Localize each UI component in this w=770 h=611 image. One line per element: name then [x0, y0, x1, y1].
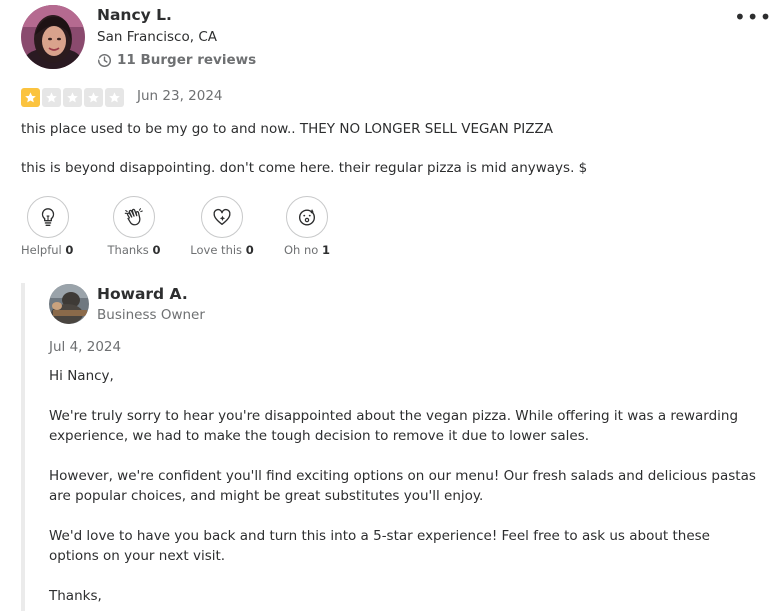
owner-name: Howard A.	[97, 285, 188, 303]
star-icon	[63, 88, 82, 107]
review-count-text: 11 Burger reviews	[117, 52, 257, 68]
owner-role: Business Owner	[97, 307, 205, 323]
lightbulb-icon	[41, 208, 55, 226]
reaction-love-label: Love this 0	[190, 243, 253, 257]
reaction-ohno-count: 1	[321, 243, 330, 257]
star-icon	[42, 88, 61, 107]
reviewer-name[interactable]: Nancy L.	[97, 6, 172, 24]
star-rating	[21, 88, 124, 107]
star-icon	[105, 88, 124, 107]
reply-paragraph-2: However, we're confident you'll find exc…	[49, 468, 756, 504]
reaction-helpful-label: Helpful 0	[21, 243, 73, 257]
reaction-thanks-label: Thanks 0	[108, 243, 161, 257]
owner-photo	[49, 284, 89, 324]
reaction-helpful-button[interactable]: Helpful 0	[21, 196, 73, 257]
review-date: Jun 23, 2024	[137, 88, 223, 104]
reaction-thanks-button[interactable]: Thanks 0	[106, 196, 162, 257]
surprised-face-icon	[298, 208, 316, 226]
reaction-helpful-text: Helpful	[21, 243, 62, 257]
reaction-ohno-text: Oh no	[284, 243, 319, 257]
reaction-thanks-count: 0	[152, 243, 161, 257]
reply-greeting: Hi Nancy,	[49, 368, 114, 384]
reply-date: Jul 4, 2024	[49, 339, 122, 355]
waving-hand-icon	[124, 208, 143, 226]
reaction-ohno-button[interactable]: Oh no 1	[283, 196, 331, 257]
reply-paragraph-1: We're truly sorry to hear you're disappo…	[49, 408, 739, 444]
reaction-bar: Helpful 0 Thanks 0 Love this 0 Oh no 1	[21, 196, 361, 260]
star-icon	[84, 88, 103, 107]
review-text-line-2: this is beyond disappointing. don't come…	[21, 160, 588, 176]
heart-sparkle-icon	[213, 208, 231, 226]
review-count: 11 Burger reviews	[97, 52, 256, 68]
review-history-icon	[97, 53, 112, 67]
reply-divider-bar	[21, 283, 25, 611]
reaction-love-button[interactable]: Love this 0	[190, 196, 254, 257]
reaction-ohno-circle[interactable]	[286, 196, 328, 238]
reaction-love-circle[interactable]	[201, 196, 243, 238]
owner-avatar[interactable]	[49, 284, 89, 324]
reaction-love-text: Love this	[190, 243, 243, 257]
reaction-love-count: 0	[245, 243, 254, 257]
review-text-line-1: this place used to be my go to and now..…	[21, 121, 553, 137]
reaction-thanks-circle[interactable]	[113, 196, 155, 238]
reaction-thanks-text: Thanks	[107, 243, 149, 257]
reaction-ohno-label: Oh no 1	[284, 243, 330, 257]
reaction-helpful-count: 0	[65, 243, 74, 257]
reply-signoff: Thanks,	[49, 588, 102, 604]
reaction-helpful-circle[interactable]	[27, 196, 69, 238]
star-icon	[21, 88, 40, 107]
reviewer-avatar[interactable]	[21, 5, 85, 69]
reply-paragraph-3: We'd love to have you back and turn this…	[49, 528, 710, 564]
more-options-button[interactable]: •••	[734, 7, 770, 30]
reviewer-photo	[21, 5, 85, 69]
reviewer-location: San Francisco, CA	[97, 29, 217, 45]
